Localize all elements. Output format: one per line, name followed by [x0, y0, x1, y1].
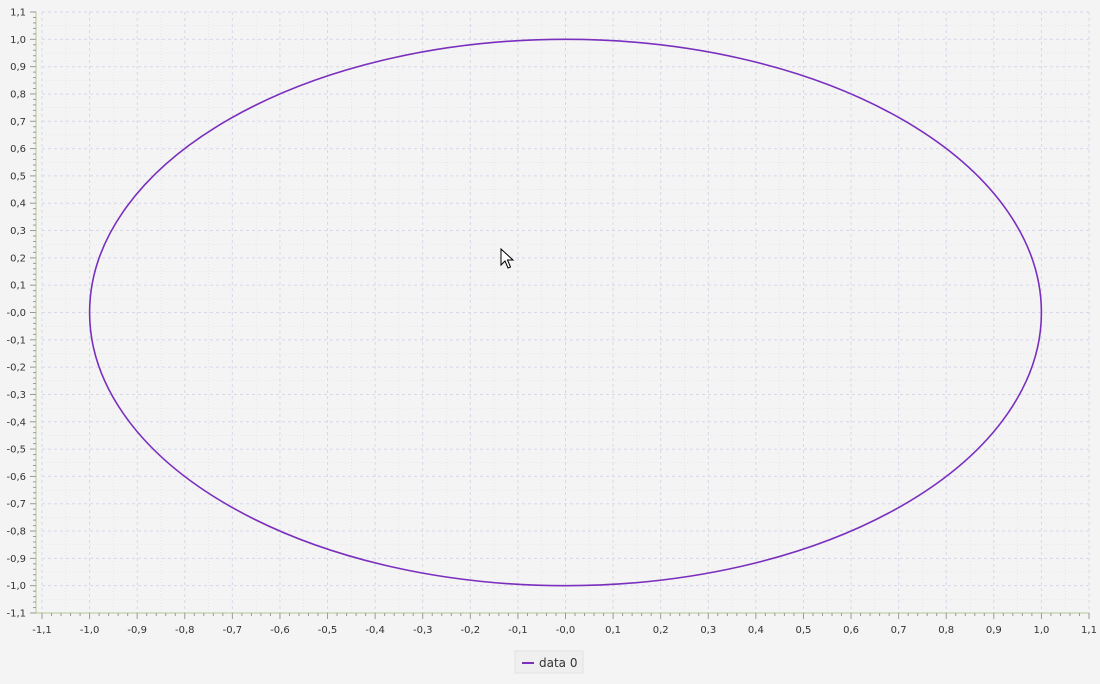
tick-labels: -1,1 -1,0 -0,9 -0,8 -0,7 -0,6 -0,5 -0,4 -0,3 -0,2…: [6, 8, 1096, 637]
y-tick-label: 0,3: [10, 226, 26, 237]
x-tick-label: -0,7: [223, 625, 243, 636]
y-tick-label: -0,4: [6, 417, 26, 428]
x-tick-label: 0,5: [796, 625, 812, 636]
x-tick-label: -0,6: [270, 625, 290, 636]
x-tick-label: -0,9: [127, 625, 147, 636]
x-tick-label: -0,3: [413, 625, 433, 636]
x-tick-label: 0,4: [748, 625, 764, 636]
y-tick-label: -0,2: [6, 363, 26, 374]
y-tick-label: -0,1: [6, 335, 26, 346]
x-tick-label: 0,3: [700, 625, 716, 636]
y-tick-label: 1,1: [10, 8, 26, 19]
x-tick-label: 1,0: [1033, 625, 1049, 636]
chart: -1,1 -1,0 -0,9 -0,8 -0,7 -0,6 -0,5 -0,4 -0,3 -0,2…: [0, 0, 1100, 680]
axes: [30, 11, 1090, 619]
ellipse-chart: -1,1 -1,0 -0,9 -0,8 -0,7 -0,6 -0,5 -0,4 -0,3 -0,2…: [6, 8, 1097, 674]
y-tick-label: -0,9: [6, 554, 26, 565]
x-tick-label: 0,2: [653, 625, 669, 636]
grid: [41, 11, 1090, 614]
y-tick-label: 0,8: [10, 89, 26, 100]
y-tick-label: -0,7: [6, 499, 26, 510]
x-tick-label: -0,4: [365, 625, 385, 636]
y-tick-label: 0,4: [10, 199, 26, 210]
y-tick-label: -1,0: [6, 581, 26, 592]
x-tick-label: -0,1: [508, 625, 528, 636]
y-tick-label: 0,7: [10, 117, 26, 128]
y-tick-label: -0,8: [6, 527, 26, 538]
x-tick-label: -0,5: [318, 625, 338, 636]
x-tick-label: 0,1: [605, 625, 621, 636]
mouse-pointer-icon: [500, 248, 515, 269]
y-tick-label: 0,1: [10, 281, 26, 292]
y-tick-label: -0,5: [6, 445, 26, 456]
x-tick-label: -1,0: [80, 625, 100, 636]
y-tick-label: -1,1: [6, 609, 26, 620]
x-tick-label: 0,9: [986, 625, 1002, 636]
y-tick-label: -0,0: [6, 308, 26, 319]
x-tick-label: -0,0: [556, 625, 576, 636]
x-tick-label: -0,8: [175, 625, 195, 636]
x-tick-label: 0,7: [891, 625, 907, 636]
legend[interactable]: data 0: [514, 650, 584, 674]
x-tick-label: 1,1: [1081, 625, 1097, 636]
x-tick-label: 0,8: [938, 625, 954, 636]
x-tick-label: -0,2: [461, 625, 481, 636]
y-tick-label: 0,6: [10, 144, 26, 155]
y-tick-label: 0,9: [10, 62, 26, 73]
legend-entry[interactable]: data 0: [539, 656, 577, 670]
y-tick-label: 0,2: [10, 253, 26, 264]
y-tick-label: 0,5: [10, 171, 26, 182]
x-tick-label: 0,6: [843, 625, 859, 636]
y-tick-label: -0,3: [6, 390, 26, 401]
x-tick-label: -1,1: [32, 625, 52, 636]
y-tick-label: -0,6: [6, 472, 26, 483]
y-tick-label: 1,0: [10, 35, 26, 46]
